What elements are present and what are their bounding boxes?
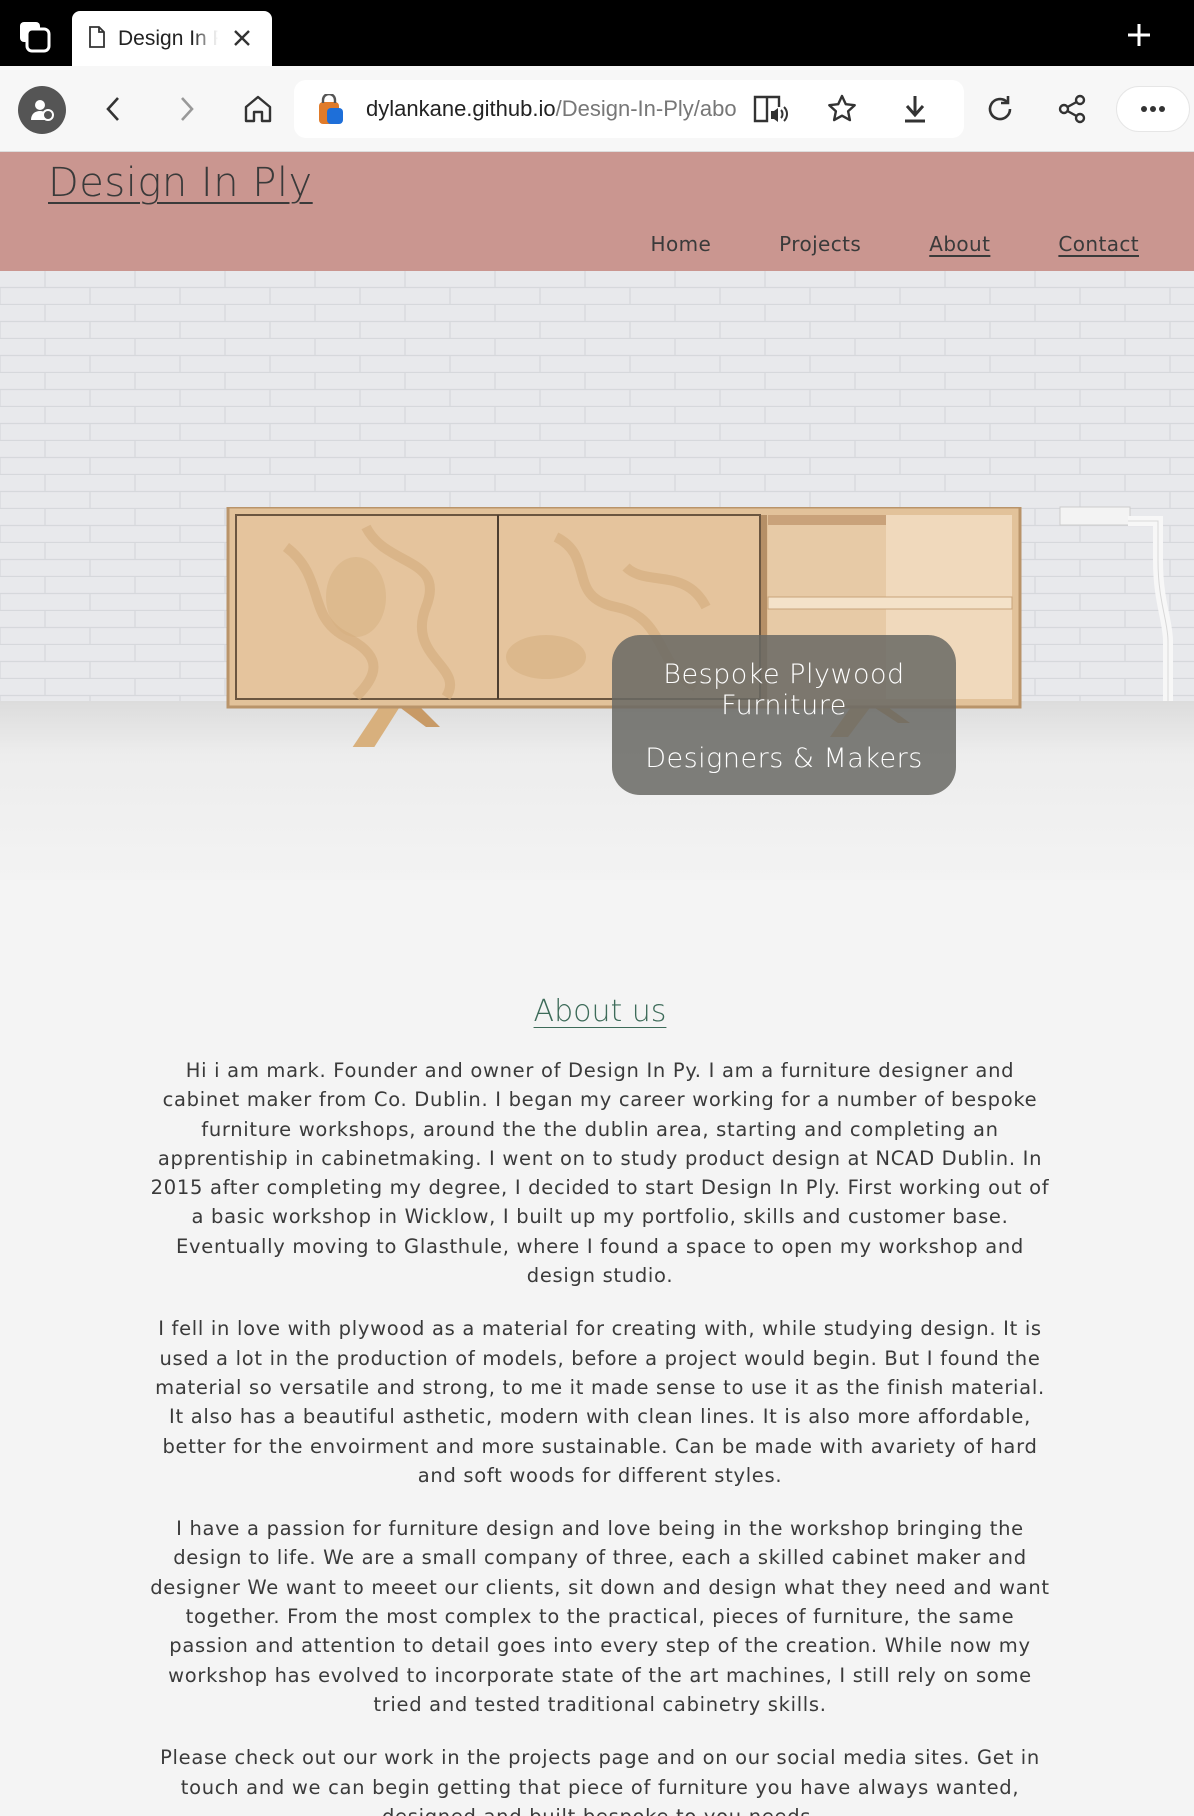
nav-contact[interactable]: Contact — [1058, 232, 1139, 256]
tab-actions-icon[interactable] — [18, 20, 52, 54]
read-aloud-icon[interactable] — [752, 93, 788, 129]
about-paragraph: I have a passion for furniture design an… — [150, 1517, 1050, 1716]
more-options-icon[interactable] — [1116, 86, 1190, 132]
url-text[interactable]: dylankane.github.io/Design-In-Ply/about — [366, 96, 736, 122]
about-paragraph: Hi i am mark. Founder and owner of Desig… — [150, 1059, 1050, 1288]
browser-toolbar: dylankane.github.io/Design-In-Ply/about — [0, 66, 1194, 152]
hero-tagline-primary: Bespoke Plywood Furniture — [663, 659, 905, 721]
share-icon[interactable] — [1050, 87, 1094, 131]
browser-tab[interactable]: Design In Ply — [72, 11, 272, 66]
browser-tab-bar: Design In Ply — [0, 0, 1194, 66]
site-header: Design In Ply Home Projects About Contac… — [0, 152, 1194, 271]
profile-icon[interactable] — [18, 86, 66, 134]
about-paragraph: I fell in love with plywood as a materia… — [155, 1317, 1045, 1487]
back-icon[interactable] — [92, 87, 136, 131]
about-heading: About us — [533, 994, 667, 1029]
hero-banner: Bespoke Plywood Furniture Designers & Ma… — [0, 271, 1194, 880]
url-path: /Design-In-Ply/about — [555, 96, 736, 121]
site-logo-link[interactable]: Design In Ply — [48, 160, 313, 206]
address-bar[interactable]: dylankane.github.io/Design-In-Ply/about — [294, 80, 964, 138]
about-paragraph: Please check out our work in the project… — [160, 1746, 1040, 1816]
forward-icon[interactable] — [164, 87, 208, 131]
page-icon — [88, 25, 106, 52]
hero-tagline-secondary: Designers & Makers — [645, 743, 923, 774]
url-domain: dylankane.github.io — [366, 96, 556, 121]
home-icon[interactable] — [236, 87, 280, 131]
main-nav: Home Projects About Contact — [583, 232, 1140, 256]
about-content: Hi i am mark. Founder and owner of Desig… — [146, 1056, 1054, 1816]
refresh-icon[interactable] — [978, 87, 1022, 131]
favorite-star-icon[interactable] — [826, 93, 858, 129]
close-tab-icon[interactable] — [230, 26, 254, 50]
nav-projects[interactable]: Projects — [779, 232, 861, 256]
site-info-icon[interactable] — [316, 92, 346, 130]
hero-tagline-card: Bespoke Plywood Furniture Designers & Ma… — [612, 635, 956, 795]
nav-about[interactable]: About — [929, 232, 990, 256]
tab-title: Design In Ply — [118, 26, 218, 50]
download-icon[interactable] — [900, 93, 930, 129]
new-tab-icon[interactable] — [1126, 22, 1152, 48]
nav-home[interactable]: Home — [651, 232, 712, 256]
